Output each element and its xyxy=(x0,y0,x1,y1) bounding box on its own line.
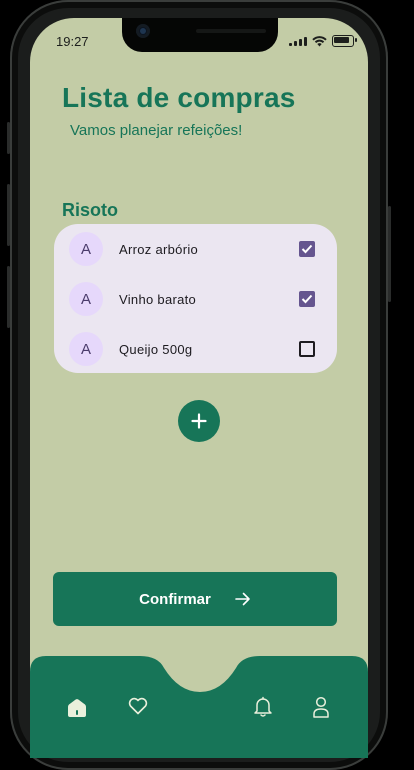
page-title: Lista de compras xyxy=(62,82,296,113)
list-item[interactable]: A Queijo 500g xyxy=(54,324,337,374)
notch-speaker xyxy=(196,29,266,33)
bell-icon xyxy=(254,696,272,717)
bottom-tab-bar xyxy=(30,654,368,758)
item-checkbox[interactable] xyxy=(299,341,315,357)
battery-icon xyxy=(332,35,357,47)
plus-icon xyxy=(191,413,207,429)
status-time: 19:27 xyxy=(56,34,89,49)
tab-profile[interactable] xyxy=(307,693,335,721)
home-icon xyxy=(68,699,86,717)
check-icon xyxy=(301,244,313,254)
phone-side-button xyxy=(7,266,10,328)
item-label: Vinho barato xyxy=(119,291,197,307)
check-icon xyxy=(301,294,313,304)
avatar: A xyxy=(69,282,103,316)
signal-icon xyxy=(289,36,307,46)
list-title: Risoto xyxy=(62,200,118,220)
arrow-right-icon xyxy=(235,592,250,606)
phone-side-button xyxy=(7,122,10,154)
page-subtitle: Vamos planejar refeições! xyxy=(70,122,243,139)
wifi-icon xyxy=(312,35,327,46)
avatar: A xyxy=(69,332,103,366)
user-icon xyxy=(313,696,329,718)
tab-notifications[interactable] xyxy=(249,693,277,721)
status-icons xyxy=(289,35,357,47)
phone-side-button xyxy=(7,184,10,246)
tab-favorites[interactable] xyxy=(124,692,152,720)
camera-icon xyxy=(136,24,150,38)
add-item-button[interactable] xyxy=(178,400,220,442)
heart-icon xyxy=(128,697,148,715)
item-label: Queijo 500g xyxy=(119,341,193,357)
tab-home[interactable] xyxy=(63,694,91,722)
confirm-button[interactable]: Confirmar xyxy=(53,572,337,626)
list-item[interactable]: A Arroz arbório xyxy=(54,224,337,274)
avatar: A xyxy=(69,232,103,266)
shopping-list-card: A Arroz arbório A Vinho barato A Queijo … xyxy=(54,224,337,373)
list-item[interactable]: A Vinho barato xyxy=(54,274,337,324)
app-screen: 19:27 Lista de compras Vamos planejar re… xyxy=(30,18,368,758)
item-label: Arroz arbório xyxy=(119,241,199,257)
phone-side-button xyxy=(388,206,391,302)
item-checkbox[interactable] xyxy=(299,241,315,257)
item-checkbox[interactable] xyxy=(299,291,315,307)
confirm-label: Confirmar xyxy=(139,590,211,608)
